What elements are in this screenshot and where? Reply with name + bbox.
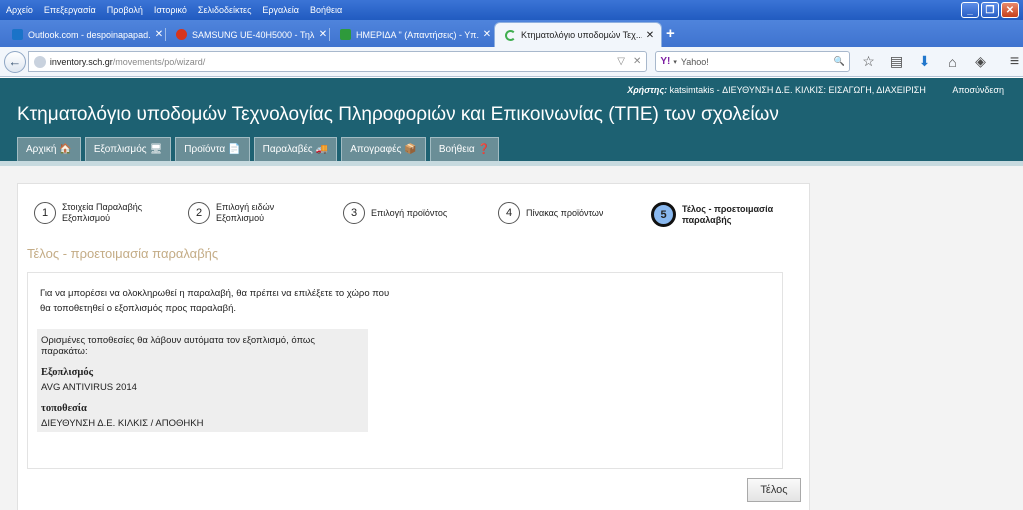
nav-tab-home[interactable]: Αρχική 🏠 [17, 137, 81, 161]
equipment-label: Εξοπλισμός [41, 367, 93, 378]
summary-box: Για να μπορέσει να ολοκληρωθεί η παραλαβ… [27, 272, 783, 469]
step-number: 5 [651, 202, 676, 227]
user-label: Χρήστης: [627, 85, 668, 95]
main-nav: Αρχική 🏠 Εξοπλισμός 🖥 Προϊόντα 📄 Παραλαβές 🚚… [17, 137, 500, 161]
download-icon[interactable]: ⬇ [916, 53, 933, 70]
back-arrow-icon[interactable]: ← [4, 50, 26, 73]
box-icon: 📦 [404, 144, 417, 155]
tab-label: ΗΜΕΡΙΔΑ " (Απαντήσεις) - Υπ... [356, 29, 479, 40]
nav-tab-receipts[interactable]: Παραλαβές 🚚 [253, 137, 338, 161]
step-label: Στοιχεία Παραλαβής Εξοπλισμού [62, 202, 143, 223]
tab-close-icon[interactable]: ✕ [154, 29, 164, 40]
auto-placement-box: Ορισμένες τοποθεσίες θα λάβουν αυτόματα … [37, 329, 368, 432]
menu-history[interactable]: Ιστορικό [154, 5, 187, 15]
browser-tab-samsung[interactable]: SAMSUNG UE-40H5000 - Τηλ... ✕ [166, 22, 334, 47]
menu-edit[interactable]: Επεξεργασία [44, 5, 96, 15]
user-info: Χρήστης: katsimtakis - ΔΙΕΥΘΥΝΣΗ Δ.Ε. ΚΙ… [627, 85, 1004, 95]
step-number: 4 [498, 202, 520, 224]
samsung-icon [176, 29, 187, 40]
close-window-icon[interactable]: ✕ [1001, 2, 1019, 18]
url-text: inventory.sch.gr/movements/po/wizard/ [49, 56, 206, 67]
step-number: 2 [188, 202, 210, 224]
search-icon[interactable]: 🔍 [834, 56, 845, 67]
step-number: 1 [34, 202, 56, 224]
bookmark-star-icon[interactable]: ☆ [860, 53, 877, 70]
tab-close-icon[interactable]: ✕ [482, 29, 492, 40]
browser-tab-inventory[interactable]: Κτηματολόγιο υποδομών Τεχ... ✕ [494, 22, 662, 47]
intro-text: Για να μπορέσει να ολοκληρωθεί η παραλαβ… [40, 288, 390, 314]
nav-tab-products[interactable]: Προϊόντα 📄 [175, 137, 250, 161]
site-title: Κτηματολόγιο υποδομών Τεχνολογίας Πληροφ… [17, 104, 779, 125]
truck-icon: 🚚 [315, 144, 329, 155]
nav-toolbar: ← inventory.sch.gr/movements/po/wizard/ … [0, 47, 1023, 77]
search-box[interactable]: Y! ▾ Yahoo! 🔍 [655, 51, 851, 72]
menu-help[interactable]: Βοήθεια [310, 5, 342, 15]
nav-tab-inventories[interactable]: Απογραφές 📦 [341, 137, 426, 161]
maximize-icon[interactable]: ❐ [981, 2, 999, 18]
step-label: Επιλογή προϊόντος [371, 207, 448, 218]
location-label: τοποθεσία [41, 403, 87, 414]
browser-tab-sheets[interactable]: ΗΜΕΡΙΔΑ " (Απαντήσεις) - Υπ... ✕ [330, 22, 498, 47]
browser-tab-outlook[interactable]: Outlook.com - despoinapapad... ✕ [2, 22, 170, 47]
loading-icon [505, 29, 516, 41]
section-title: Τέλος - προετοιμασία παραλαβής [27, 246, 219, 261]
outlook-icon [12, 29, 23, 40]
minimize-icon[interactable]: _ [961, 2, 979, 18]
reload-stop-icon[interactable]: ✕ [633, 56, 641, 67]
browser-menubar: Αρχείο Επεξεργασία Προβολή Ιστορικό Σελι… [0, 0, 1023, 20]
search-placeholder: Yahoo! [680, 56, 709, 67]
menu-file[interactable]: Αρχείο [6, 5, 33, 15]
wizard-step-2[interactable]: 2 Επιλογή ειδών Εξοπλισμού [188, 202, 311, 224]
sheets-icon [340, 29, 351, 40]
tab-strip: Outlook.com - despoinapapad... ✕ SAMSUNG… [0, 20, 1023, 47]
wizard-step-4[interactable]: 4 Πίνακας προϊόντων [498, 202, 621, 224]
engine-dropdown-icon[interactable]: ▾ [673, 58, 677, 66]
dropdown-arrow-icon[interactable]: ▽ [617, 56, 625, 67]
step-label: Πίνακας προϊόντων [526, 207, 604, 218]
tab-close-icon[interactable]: ✕ [645, 30, 655, 41]
tab-close-icon[interactable]: ✕ [318, 29, 328, 40]
globe-icon [33, 55, 46, 68]
site-header: Χρήστης: katsimtakis - ΔΙΕΥΘΥΝΣΗ Δ.Ε. ΚΙ… [0, 78, 1023, 161]
wizard-steps: 1 Στοιχεία Παραλαβής Εξοπλισμού 2 Επιλογ… [34, 202, 794, 230]
tab-label: Κτηματολόγιο υποδομών Τεχ... [521, 30, 642, 40]
wizard-step-3[interactable]: 3 Επιλογή προϊόντος [343, 202, 466, 224]
window-controls: _ ❐ ✕ [961, 2, 1019, 18]
step-label: Τέλος - προετοιμασία παραλαβής [682, 203, 774, 225]
equipment-value: AVG ANTIVIRUS 2014 [41, 382, 137, 393]
wizard-step-1[interactable]: 1 Στοιχεία Παραλαβής Εξοπλισμού [34, 202, 157, 224]
menu-bookmarks[interactable]: Σελιδοδείκτες [198, 5, 252, 15]
nav-tab-help[interactable]: Βοήθεια ❓ [429, 137, 500, 161]
pocket-icon[interactable]: ◈ [972, 53, 989, 70]
url-bar[interactable]: inventory.sch.gr/movements/po/wizard/ ▽ … [27, 51, 648, 72]
nav-tab-equipment[interactable]: Εξοπλισμός 🖥 [84, 137, 172, 161]
logout-link[interactable]: Αποσύνδεση [952, 85, 1004, 95]
toolbar-icons: ☆ ▤ ⬇ ⌂ ◈ ≡ [860, 53, 1023, 71]
menu-tools[interactable]: Εργαλεία [262, 5, 299, 15]
yahoo-icon: Y! [660, 56, 671, 67]
monitor-icon: 🖥 [149, 144, 163, 155]
location-value: ΔΙΕΥΘΥΝΣΗ Δ.Ε. ΚΙΛΚΙΣ / ΑΠΟΘΗΚΗ [41, 418, 204, 429]
tab-label: SAMSUNG UE-40H5000 - Τηλ... [192, 29, 315, 40]
placement-note: Ορισμένες τοποθεσίες θα λάβουν αυτόματα … [41, 335, 315, 357]
home-icon[interactable]: ⌂ [944, 54, 961, 70]
bookmarks-list-icon[interactable]: ▤ [888, 53, 905, 70]
help-icon: ❓ [477, 144, 491, 155]
menu-view[interactable]: Προβολή [107, 5, 143, 15]
wizard-step-5[interactable]: 5 Τέλος - προετοιμασία παραλαβής [651, 202, 777, 227]
home-icon: 🏠 [59, 144, 72, 155]
user-value: katsimtakis - ΔΙΕΥΘΥΝΣΗ Δ.Ε. ΚΙΛΚΙΣ: ΕΙΣ… [667, 85, 926, 95]
finish-button[interactable]: Τέλος [747, 478, 801, 502]
hamburger-menu-icon[interactable]: ≡ [1006, 53, 1023, 71]
tab-label: Outlook.com - despoinapapad... [28, 29, 151, 40]
wizard-card: 1 Στοιχεία Παραλαβής Εξοπλισμού 2 Επιλογ… [17, 183, 810, 510]
step-number: 3 [343, 202, 365, 224]
step-label: Επιλογή ειδών Εξοπλισμού [216, 202, 275, 223]
document-icon: 📄 [228, 144, 241, 155]
